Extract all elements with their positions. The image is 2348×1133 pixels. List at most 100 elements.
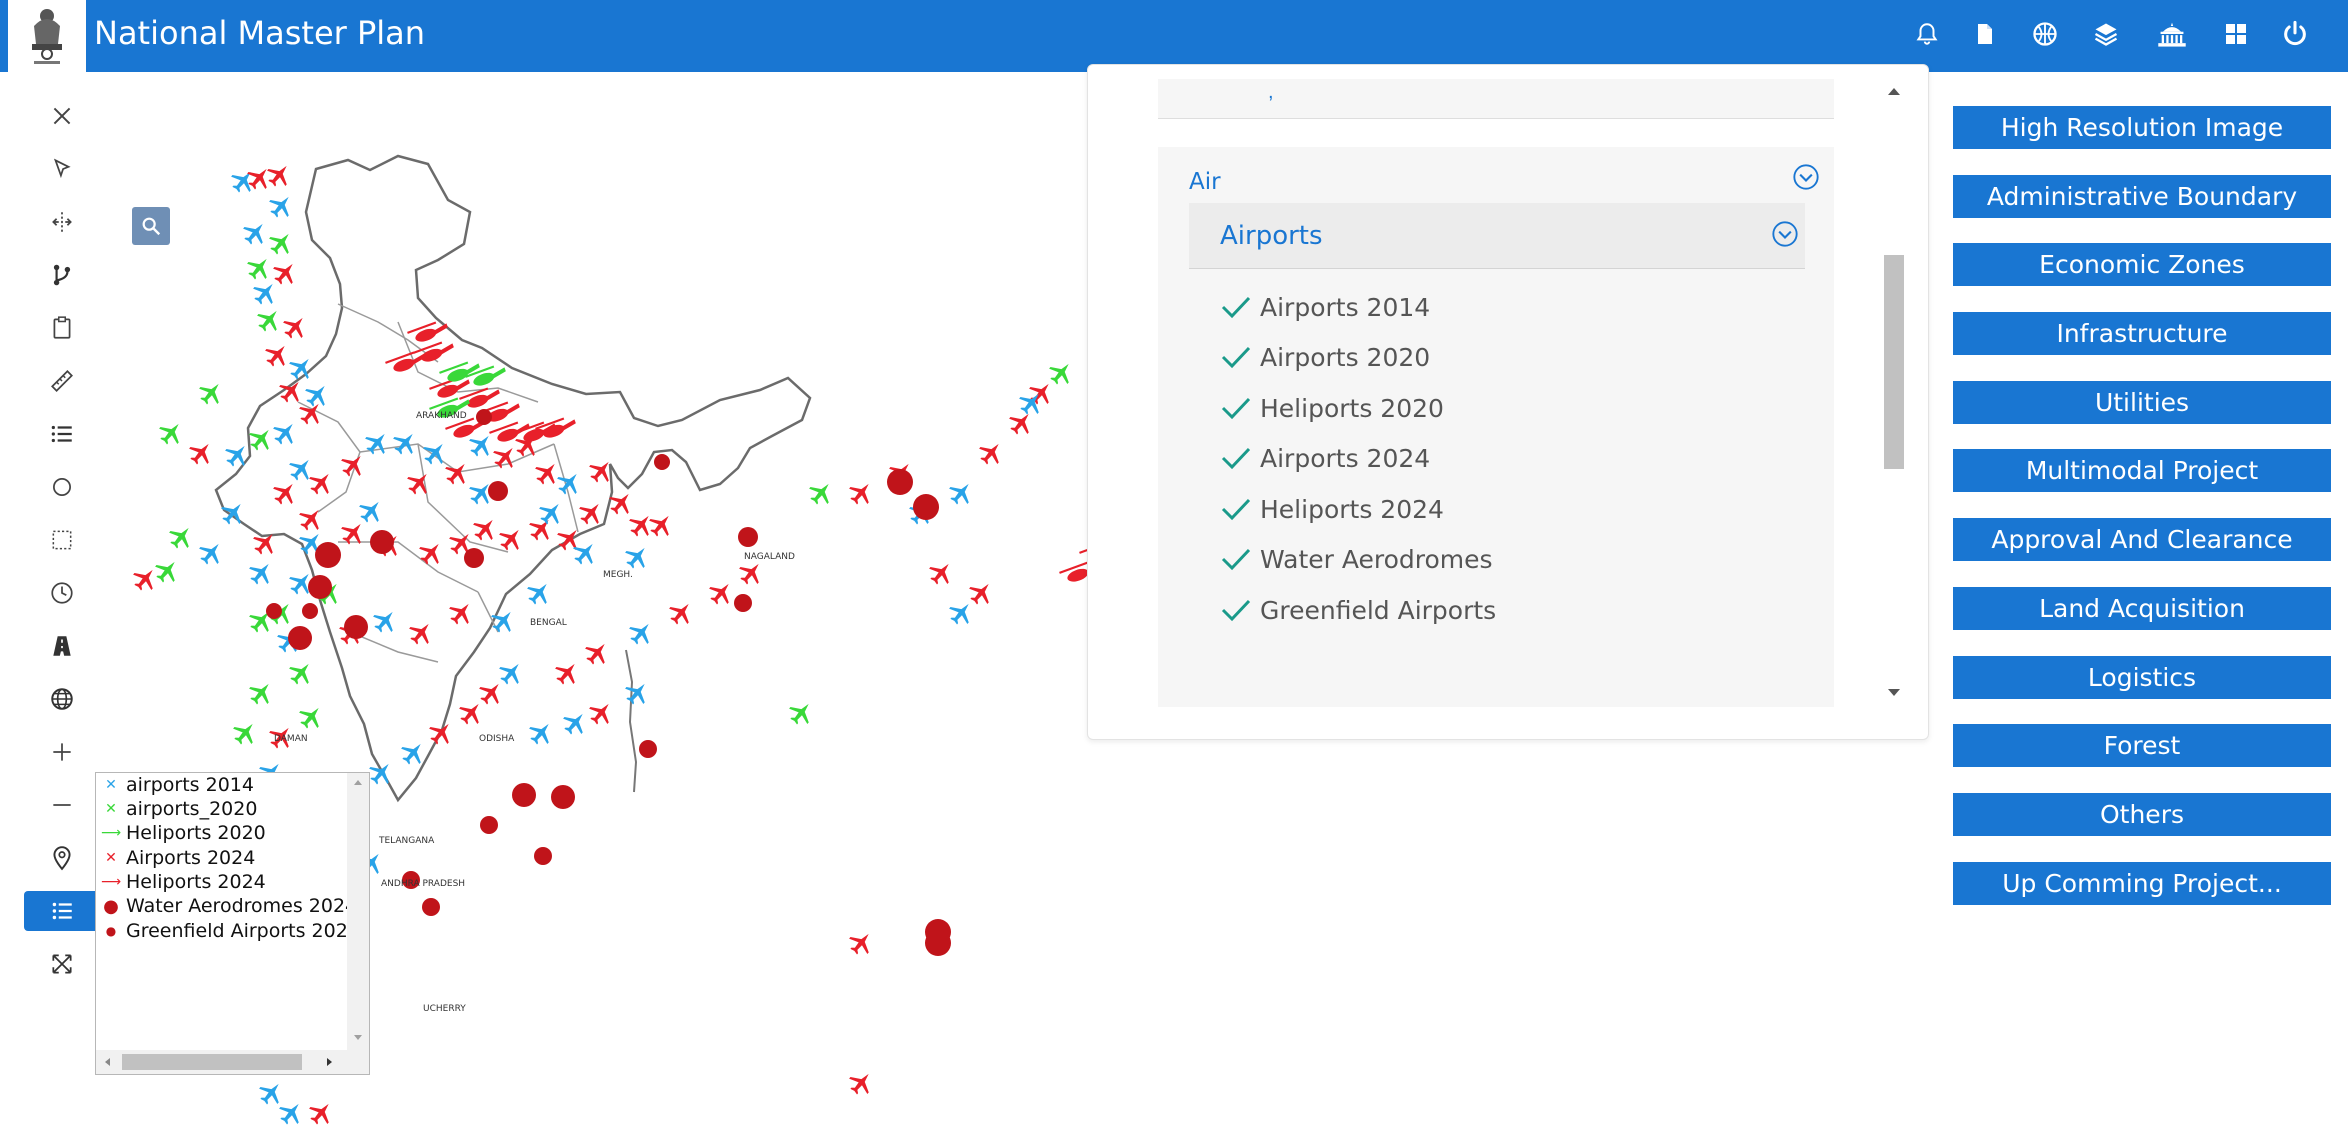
legend-horizontal-scrollbar[interactable] [96, 1050, 369, 1074]
aerodrome-marker [887, 469, 913, 495]
layer-item-airports-2024[interactable]: Airports 2024 [1220, 440, 1430, 476]
aerodrome-marker [734, 594, 752, 612]
subgroup-label: Airports [1220, 221, 1323, 251]
basketball-icon[interactable] [2027, 16, 2063, 52]
layer-item-heliports-2024[interactable]: Heliports 2024 [1220, 491, 1444, 527]
airport-marker [964, 576, 998, 610]
airport-marker [844, 1066, 878, 1100]
government-building-icon[interactable] [2154, 16, 2190, 52]
category-button-utilities[interactable]: Utilities [1953, 381, 2331, 424]
location-pin-icon[interactable] [24, 838, 100, 878]
layer-item-greenfield-airports[interactable]: Greenfield Airports [1220, 592, 1496, 628]
airport-marker [284, 656, 318, 690]
airport-marker [924, 556, 958, 590]
legend-item: ⟶ Heliports 2024 [100, 871, 266, 893]
aerodrome-marker [476, 409, 492, 425]
legend-icon[interactable] [24, 891, 100, 931]
subgroup-airports[interactable]: Airports [1189, 203, 1805, 269]
aerodrome-marker [654, 454, 670, 470]
zoom-in-icon[interactable] [24, 732, 100, 772]
power-icon[interactable] [2277, 16, 2313, 52]
layer-panel: , Air Airports Airports 2014 Airports 20… [1087, 64, 1929, 740]
app-title: National Master Plan [94, 14, 426, 52]
globe-icon[interactable] [24, 679, 100, 719]
map-label: TELANGANA [378, 836, 435, 846]
map-label: ANDHRA PRADESH [381, 879, 465, 889]
aerodrome-marker [551, 785, 575, 809]
search-icon [142, 217, 161, 236]
select-box-icon[interactable] [24, 520, 100, 560]
category-button-others[interactable]: Others [1953, 793, 2331, 836]
zoom-out-icon[interactable] [24, 785, 100, 825]
airport-marker [558, 706, 592, 740]
airport-marker [454, 696, 488, 730]
swipe-icon[interactable] [24, 202, 100, 242]
layer-item-airports-2014[interactable]: Airports 2014 [1220, 289, 1430, 325]
grid-icon[interactable] [2218, 16, 2254, 52]
category-button-approval-and-clearance[interactable]: Approval And Clearance [1953, 518, 2331, 561]
category-button-forest[interactable]: Forest [1953, 724, 2331, 767]
airport-marker [268, 256, 302, 290]
pointer-icon[interactable] [24, 149, 100, 189]
layer-panel-content: , Air Airports Airports 2014 Airports 20… [1104, 79, 1894, 707]
fullscreen-icon[interactable] [24, 944, 100, 984]
road-icon[interactable] [24, 626, 100, 666]
category-button-administrative-boundary[interactable]: Administrative Boundary [1953, 175, 2331, 218]
check-icon [1221, 447, 1251, 470]
airport-marker [944, 596, 978, 630]
group-label: Air [1189, 169, 1221, 195]
map-legend[interactable]: ✕ airports 2014 ✕ airports_2020 ⟶ Heliports… [95, 772, 370, 1075]
category-button-land-acquisition[interactable]: Land Acquisition [1953, 587, 2331, 630]
airport-marker [644, 508, 678, 542]
previous-layer-group[interactable]: , [1158, 79, 1834, 119]
circle-icon[interactable] [24, 467, 100, 507]
airport-marker [844, 476, 878, 510]
top-header: National Master Plan [0, 0, 2348, 72]
close-icon[interactable] [24, 96, 100, 136]
map-label: BENGAL [530, 618, 567, 628]
category-button-logistics[interactable]: Logistics [1953, 656, 2331, 699]
clipboard-icon[interactable] [24, 308, 100, 348]
national-emblem-logo[interactable] [8, 0, 86, 72]
airport-marker [228, 716, 262, 750]
airport-marker [1004, 406, 1038, 440]
aerodrome-marker [308, 575, 332, 599]
map-label: NAGALAND [744, 552, 795, 562]
airport-marker [262, 158, 296, 192]
category-button-economic-zones[interactable]: Economic Zones [1953, 243, 2331, 286]
category-button-upcoming-project[interactable]: Up Comming Project... [1953, 862, 2331, 905]
aerodrome-marker [344, 615, 368, 639]
airport-marker [804, 476, 838, 510]
aerodrome-marker [422, 898, 440, 916]
bell-icon[interactable] [1909, 16, 1945, 52]
map-search-button[interactable] [132, 207, 170, 245]
airport-marker [238, 216, 272, 250]
chevron-down-circle-icon[interactable] [1792, 163, 1820, 191]
aerodrome-marker [302, 603, 318, 619]
airport-marker [264, 226, 298, 260]
list-icon[interactable] [24, 414, 100, 454]
document-icon[interactable] [1967, 16, 2003, 52]
aerodrome-marker [464, 548, 484, 568]
legend-vertical-scrollbar[interactable] [347, 773, 369, 1051]
scroll-thumb[interactable] [1884, 255, 1904, 469]
category-button-infrastructure[interactable]: Infrastructure [1953, 312, 2331, 355]
layer-group-air: Air Airports Airports 2014 Airports 2020… [1158, 147, 1834, 707]
legend-item: ● Water Aerodromes 2024 [103, 895, 358, 917]
airport-marker [784, 696, 818, 730]
category-button-high-resolution-image[interactable]: High Resolution Image [1953, 106, 2331, 149]
ruler-icon[interactable] [24, 361, 100, 401]
layer-panel-scrollbar[interactable] [1882, 79, 1906, 707]
aerodrome-marker [738, 527, 758, 547]
layers-icon[interactable] [2088, 16, 2124, 52]
category-button-multimodal-project[interactable]: Multimodal Project [1953, 449, 2331, 492]
chevron-down-circle-icon[interactable] [1771, 220, 1799, 248]
layer-item-heliports-2020[interactable]: Heliports 2020 [1220, 390, 1444, 426]
aerodrome-marker [315, 542, 341, 568]
layer-item-airports-2020[interactable]: Airports 2020 [1220, 339, 1430, 375]
airport-marker [550, 656, 584, 690]
legend-item: ● Greenfield Airports 2024 [105, 920, 360, 942]
branch-icon[interactable] [24, 255, 100, 295]
history-icon[interactable] [24, 573, 100, 613]
layer-item-water-aerodromes[interactable]: Water Aerodromes [1220, 541, 1493, 577]
